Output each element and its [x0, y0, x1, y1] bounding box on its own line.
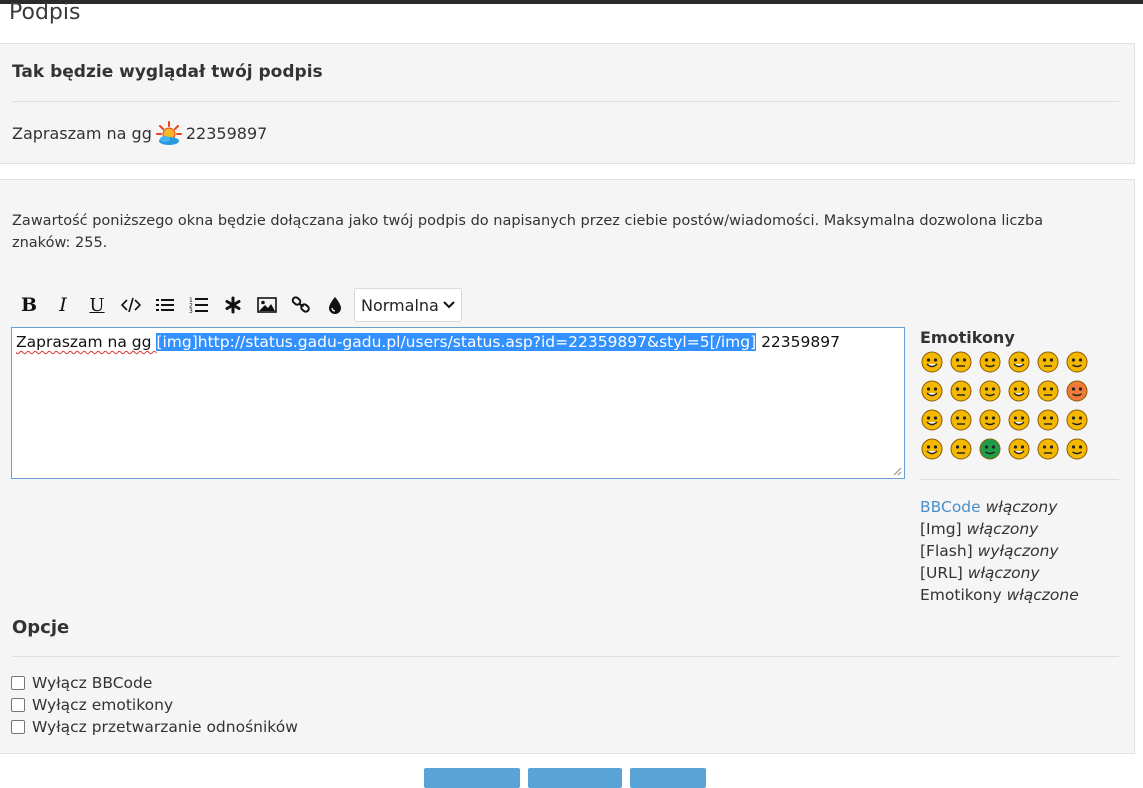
emoticon-icon[interactable] [1036, 408, 1060, 432]
bullet-list-button[interactable] [148, 288, 182, 322]
disable-bbcode-checkbox[interactable] [11, 676, 25, 690]
bbcode-status: BBCode włączony [Img] włączony [Flash] w… [920, 496, 1079, 606]
emo-state: włączone [1006, 586, 1079, 604]
emoticon-icon[interactable] [920, 408, 944, 432]
emoticon-icon[interactable] [1036, 350, 1060, 374]
img-label: [Img] [920, 520, 962, 538]
preview-heading: Tak będzie wyglądał twój podpis [12, 62, 323, 82]
emoticon-icon[interactable] [1065, 437, 1089, 461]
flash-state: wyłączony [977, 542, 1059, 560]
emoticon-icon[interactable] [1065, 379, 1089, 403]
emoticon-icon[interactable] [1007, 437, 1031, 461]
italic-button[interactable]: I [46, 288, 80, 322]
signature-editor-panel: Zawartość poniższego okna będzie dołącza… [0, 179, 1135, 754]
star-button[interactable] [216, 288, 250, 322]
emoticon-icon[interactable] [949, 350, 973, 374]
bold-button[interactable]: B [12, 288, 46, 322]
emoticon-icon[interactable] [920, 350, 944, 374]
svg-text:3: 3 [189, 308, 193, 314]
bbcode-state: włączony [985, 498, 1058, 516]
top-bar [0, 0, 1143, 4]
asterisk-icon [225, 296, 241, 314]
img-state: włączony [966, 520, 1039, 538]
gg-status-sun-icon [155, 121, 182, 145]
divider [12, 101, 1119, 102]
preview-number: 22359897 [185, 123, 268, 143]
link-icon [291, 296, 310, 313]
emoticon-icon[interactable] [978, 408, 1002, 432]
font-size-value: Normalna [361, 295, 439, 315]
bbcode-toolbar: B I U 1 2 3 Normalna [12, 288, 462, 322]
emoticon-icon[interactable] [978, 437, 1002, 461]
emoticon-icon[interactable] [949, 379, 973, 403]
textarea-selected-text: [img]http://status.gadu-gadu.pl/users/st… [156, 333, 757, 351]
emoticon-icon[interactable] [1036, 437, 1060, 461]
textarea-text-before: Zapraszam na gg [16, 333, 157, 351]
emo-label: Emotikony [920, 586, 1002, 604]
emoticon-icon[interactable] [949, 437, 973, 461]
color-button[interactable] [318, 288, 352, 322]
emoticons-grid [920, 350, 1094, 466]
disable-emoticons-checkbox[interactable] [11, 698, 25, 712]
emoticon-icon[interactable] [1065, 350, 1089, 374]
emoticon-icon[interactable] [1007, 408, 1031, 432]
signature-preview-panel: Tak będzie wyglądał twój podpis Zaprasza… [0, 43, 1135, 164]
textarea-text-after: 22359897 [756, 333, 840, 351]
numbered-list-icon: 1 2 3 [189, 297, 208, 314]
emoticon-icon[interactable] [949, 408, 973, 432]
editor-info: Zawartość poniższego okna będzie dołącza… [12, 213, 1044, 251]
emoticon-icon[interactable] [920, 437, 944, 461]
signature-textarea[interactable]: Zapraszam na gg [img]http://status.gadu-… [11, 327, 905, 479]
divider [12, 656, 1119, 657]
resize-grip-icon[interactable] [892, 466, 902, 476]
numbered-list-button[interactable]: 1 2 3 [182, 288, 216, 322]
url-state: włączony [967, 564, 1040, 582]
option-disable-bbcode[interactable]: Wyłącz BBCode [11, 674, 152, 692]
image-icon [257, 297, 277, 313]
code-button[interactable] [114, 288, 148, 322]
submit-button[interactable] [424, 768, 520, 788]
emoticon-icon[interactable] [1036, 379, 1060, 403]
emoticon-icon[interactable] [1065, 408, 1089, 432]
signature-preview: Zapraszam na gg 22359897 [12, 120, 267, 146]
divider [920, 479, 1119, 480]
option-label: Wyłącz BBCode [32, 674, 153, 692]
code-icon [121, 297, 141, 313]
emoticon-icon[interactable] [920, 379, 944, 403]
bullet-list-icon [156, 299, 174, 311]
option-disable-links[interactable]: Wyłącz przetwarzanie odnośników [11, 718, 298, 736]
emoticon-icon[interactable] [1007, 379, 1031, 403]
bbcode-help-link[interactable]: BBCode [920, 498, 981, 516]
image-button[interactable] [250, 288, 284, 322]
preview-button[interactable] [528, 768, 622, 788]
option-label: Wyłącz przetwarzanie odnośników [32, 718, 298, 736]
font-size-select[interactable]: Normalna [354, 288, 462, 322]
preview-text-before: Zapraszam na gg [12, 123, 152, 143]
options-heading: Opcje [12, 617, 70, 638]
option-disable-emoticons[interactable]: Wyłącz emotikony [11, 696, 173, 714]
emoticon-icon[interactable] [1007, 350, 1031, 374]
chevron-down-icon [443, 301, 455, 309]
option-label: Wyłącz emotikony [32, 696, 174, 714]
reset-button[interactable] [630, 768, 706, 788]
page-title: Podpis [9, 0, 81, 25]
emoticon-icon[interactable] [978, 350, 1002, 374]
url-label: [URL] [920, 564, 963, 582]
emoticons-title: Emotikony [920, 328, 1015, 347]
disable-links-checkbox[interactable] [11, 720, 25, 734]
underline-button[interactable]: U [80, 288, 114, 322]
flash-label: [Flash] [920, 542, 973, 560]
emoticon-icon[interactable] [978, 379, 1002, 403]
link-button[interactable] [284, 288, 318, 322]
drop-icon [329, 297, 341, 314]
